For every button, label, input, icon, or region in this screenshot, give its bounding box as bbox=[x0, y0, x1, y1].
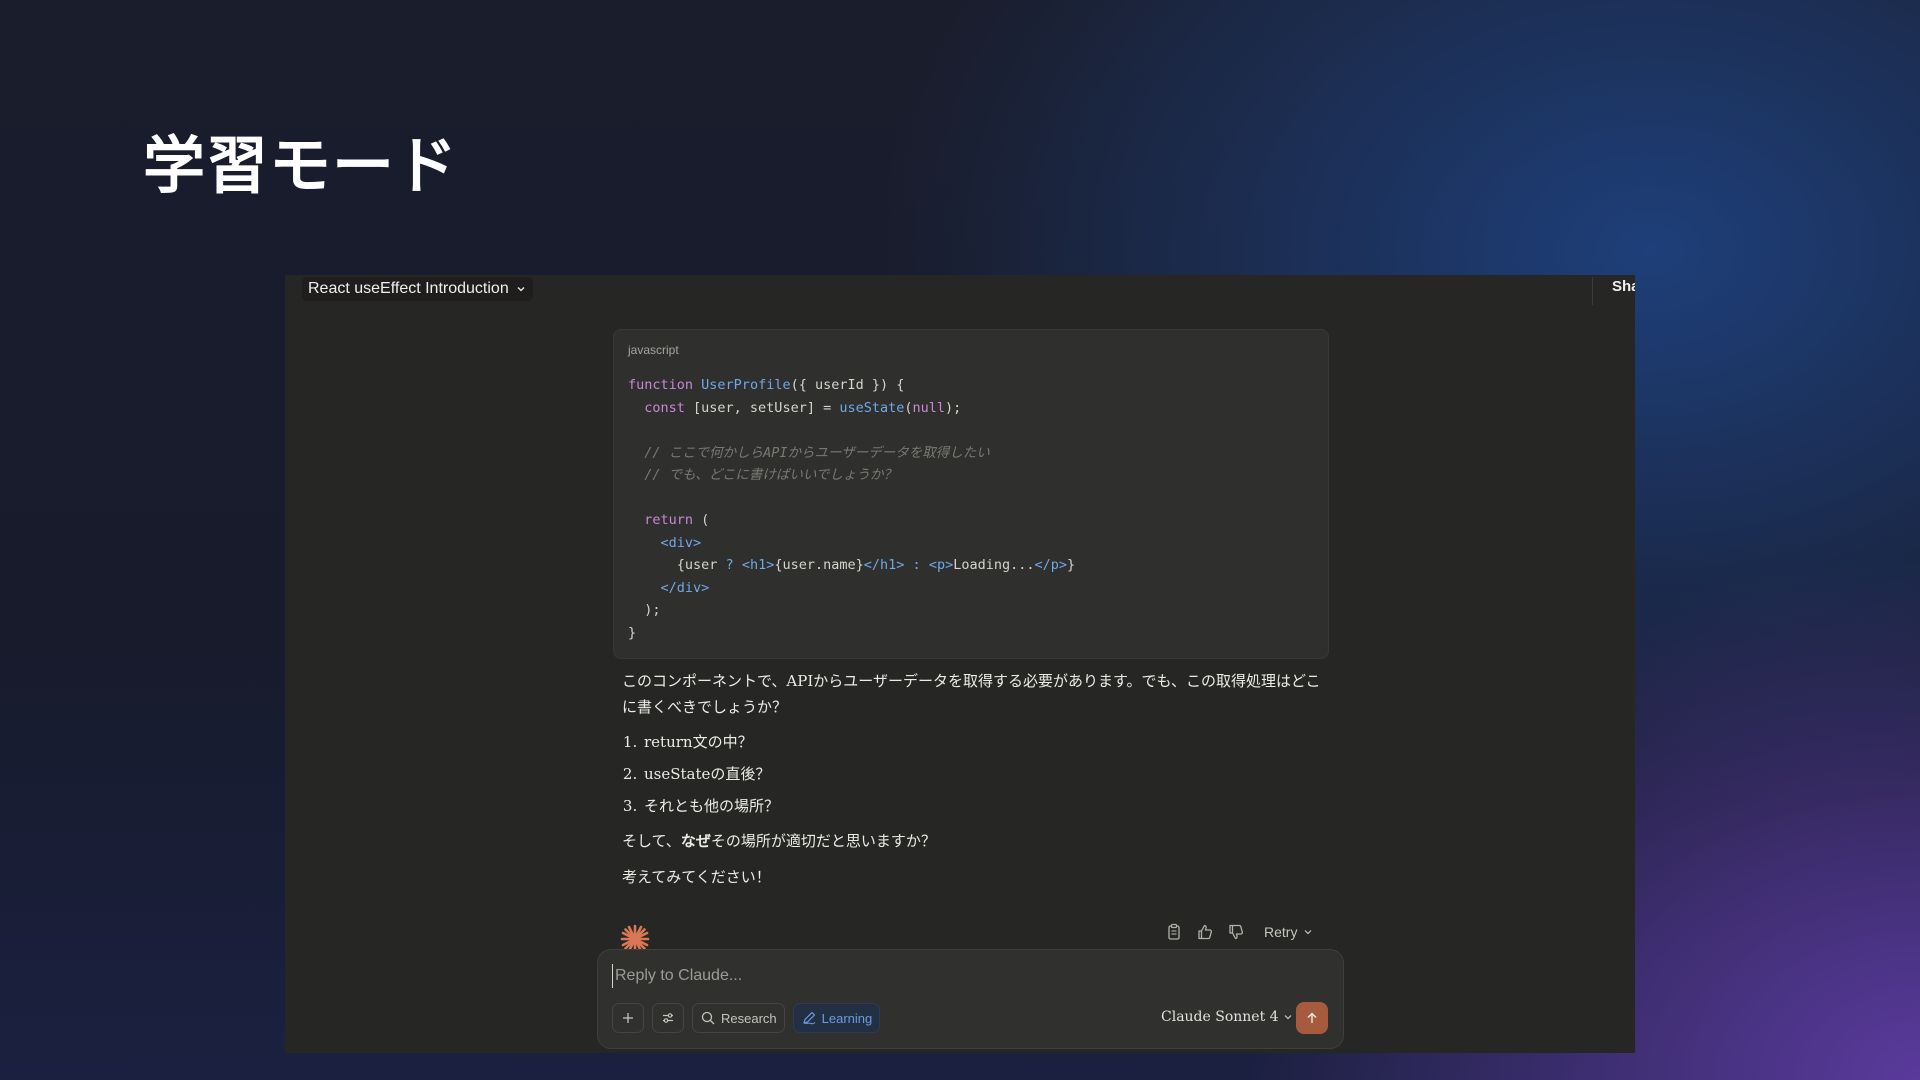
retry-button[interactable]: Retry bbox=[1264, 924, 1313, 940]
question-emphasis: なぜ bbox=[680, 832, 711, 850]
code-line: return ( bbox=[644, 512, 710, 528]
question-prefix: そして、 bbox=[622, 832, 681, 850]
code-line: </div> bbox=[660, 579, 710, 596]
thumbs-down-icon[interactable] bbox=[1227, 923, 1245, 941]
pen-icon bbox=[803, 1011, 815, 1025]
conversation-title: React useEffect Introduction bbox=[308, 280, 509, 297]
message-intro: このコンポーネントで、APIからユーザーデータを取得する必要があります。でも、こ… bbox=[622, 672, 1321, 716]
list-item: return文の中？ bbox=[642, 729, 1322, 755]
code-line: } bbox=[628, 624, 637, 641]
chevron-down-icon bbox=[1284, 1015, 1292, 1020]
research-button[interactable]: Research bbox=[692, 1003, 785, 1033]
code-line: ); bbox=[628, 602, 661, 618]
arrow-up-icon bbox=[1307, 1012, 1317, 1023]
thumbs-up-icon[interactable] bbox=[1196, 923, 1214, 941]
composer: Research Learning Claude Sonnet 4 bbox=[597, 949, 1344, 1049]
code-line: function UserProfile({ userId }) { bbox=[628, 377, 905, 393]
code-line: // でも、どこに書けばいいでしょうか？ bbox=[644, 467, 897, 483]
send-button[interactable] bbox=[1296, 1002, 1328, 1034]
message-actions: Retry bbox=[1165, 921, 1313, 943]
code-line: {user ? <h1>{user.name}</h1> : <p>Loadin… bbox=[628, 557, 1076, 573]
code-content: function UserProfile({ userId }) { const… bbox=[628, 374, 1075, 644]
model-label: Claude Sonnet 4 bbox=[1161, 1009, 1279, 1025]
message-question: そして、なぜその場所が適切だと思いますか？ bbox=[622, 828, 1322, 854]
code-language-label: javascript bbox=[628, 343, 679, 357]
list-item: それとも他の場所？ bbox=[642, 793, 1322, 819]
chevron-down-icon bbox=[517, 287, 525, 292]
message-closing: 考えてみてください！ bbox=[622, 868, 771, 886]
sliders-icon bbox=[663, 1013, 673, 1023]
assistant-message: このコンポーネントで、APIからユーザーデータを取得する必要があります。でも、こ… bbox=[622, 668, 1322, 890]
share-button[interactable]: Sha bbox=[1612, 278, 1635, 295]
slide-title: 学習モード bbox=[143, 129, 459, 202]
question-suffix: その場所が適切だと思いますか？ bbox=[710, 832, 936, 850]
conversation-title-dropdown[interactable]: React useEffect Introduction bbox=[302, 277, 533, 301]
model-selector[interactable]: Claude Sonnet 4 bbox=[1161, 1009, 1293, 1025]
add-attachment-button[interactable] bbox=[612, 1003, 644, 1033]
clipboard-icon[interactable] bbox=[1165, 923, 1183, 941]
retry-label: Retry bbox=[1264, 924, 1298, 940]
list-item: useStateの直後？ bbox=[642, 761, 1322, 787]
learning-mode-button[interactable]: Learning bbox=[792, 1003, 881, 1033]
claude-chat-window: React useEffect Introduction Sha javascr… bbox=[285, 275, 1635, 1053]
topbar-divider bbox=[1592, 277, 1593, 305]
options-list: return文の中？ useStateの直後？ それとも他の場所？ bbox=[622, 729, 1322, 819]
chevron-down-icon bbox=[1305, 930, 1312, 935]
code-line: // ここで何かしらAPIからユーザーデータを取得したい bbox=[644, 444, 990, 461]
reply-input[interactable] bbox=[612, 964, 1315, 988]
composer-toolbar: Research Learning bbox=[612, 1002, 881, 1034]
code-block: javascript function UserProfile({ userId… bbox=[613, 329, 1329, 659]
code-line: <div> bbox=[660, 534, 702, 551]
code-line: const [user, setUser] = useState(null); bbox=[644, 399, 962, 416]
learning-label: Learning bbox=[821, 1010, 873, 1026]
tools-button[interactable] bbox=[652, 1003, 684, 1033]
search-icon bbox=[701, 1011, 715, 1025]
plus-icon bbox=[623, 1013, 633, 1023]
research-label: Research bbox=[721, 1010, 777, 1026]
top-bar: React useEffect Introduction Sha bbox=[285, 275, 1635, 305]
